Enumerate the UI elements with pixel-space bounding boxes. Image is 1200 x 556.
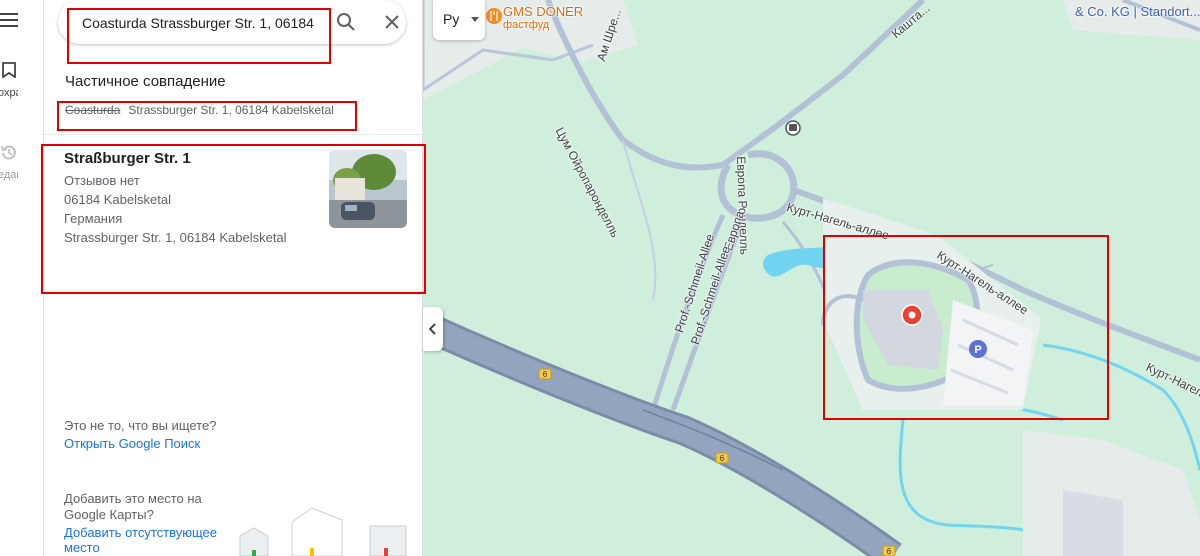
result-reviews: Отзывов нет xyxy=(64,173,140,188)
result-address: Strassburger Str. 1, 06184 Kabelsketal xyxy=(64,230,287,245)
results-panel: Частичное совпадение Coasturda Strassburg… xyxy=(44,0,423,556)
menu-icon[interactable] xyxy=(0,13,18,27)
result-name[interactable]: Straßburger Str. 1 xyxy=(64,150,191,167)
search-box[interactable] xyxy=(58,0,406,44)
svg-text:6: 6 xyxy=(887,547,892,556)
add-place-question: Добавить это место на Google Карты? xyxy=(64,491,202,522)
result-postal: 06184 Kabelsketal xyxy=(64,192,171,207)
open-google-search-link[interactable]: Открыть Google Поиск xyxy=(64,436,200,451)
food-poi-icon xyxy=(486,8,502,24)
collapse-panel-button[interactable] xyxy=(423,307,443,351)
language-selector-label: Ру xyxy=(443,11,460,27)
matched-address: Strassburger Str. 1, 06184 Kabelsketal xyxy=(128,103,334,117)
highway-shield-2: 6 xyxy=(715,452,729,464)
svg-text:P: P xyxy=(974,344,981,356)
poi-name[interactable]: GMS DÖNER xyxy=(503,4,583,19)
highway-shield-3: 6 xyxy=(882,545,896,556)
map-canvas[interactable]: 6 6 6 P xyxy=(423,0,1200,556)
close-icon[interactable] xyxy=(384,14,400,30)
language-selector-button[interactable]: Ру xyxy=(433,0,485,40)
result-photo[interactable] xyxy=(329,150,407,228)
chevron-left-icon xyxy=(429,323,436,335)
buildings-illustration xyxy=(239,507,407,556)
result-card[interactable]: Straßburger Str. 1 Отзывов нет 06184 Kab… xyxy=(44,140,422,288)
svg-text:6: 6 xyxy=(720,454,725,463)
add-missing-place-link[interactable]: Добавить отсутствующее место xyxy=(64,525,234,555)
partial-match-title: Частичное совпадение xyxy=(65,73,226,90)
location-pin-icon xyxy=(901,304,923,326)
divider xyxy=(44,134,422,135)
poi-subtitle: фастфуд xyxy=(503,19,550,31)
corner-business-label[interactable]: & Co. KG | Standort... xyxy=(1075,4,1200,19)
partial-match-row: Coasturda Strassburger Str. 1, 06184 Kabe… xyxy=(65,103,334,117)
chevron-down-icon xyxy=(471,17,479,22)
bus-stop-icon xyxy=(785,120,801,136)
saved-label[interactable]: Сохранено xyxy=(0,86,18,116)
history-icon[interactable] xyxy=(0,144,18,162)
result-country: Германия xyxy=(64,211,123,226)
recent-label[interactable]: Недавние xyxy=(0,168,18,198)
search-input[interactable] xyxy=(80,11,319,35)
parking-icon: P xyxy=(969,340,987,358)
svg-text:6: 6 xyxy=(543,370,548,379)
bookmark-icon[interactable] xyxy=(2,62,16,78)
highway-shield-1: 6 xyxy=(538,368,552,380)
not-found-question: Это не то, что вы ищете? xyxy=(64,418,217,433)
search-icon[interactable] xyxy=(336,12,356,32)
unmatched-term: Coasturda xyxy=(65,103,121,117)
left-rail: Сохранено Недавние xyxy=(0,0,44,556)
